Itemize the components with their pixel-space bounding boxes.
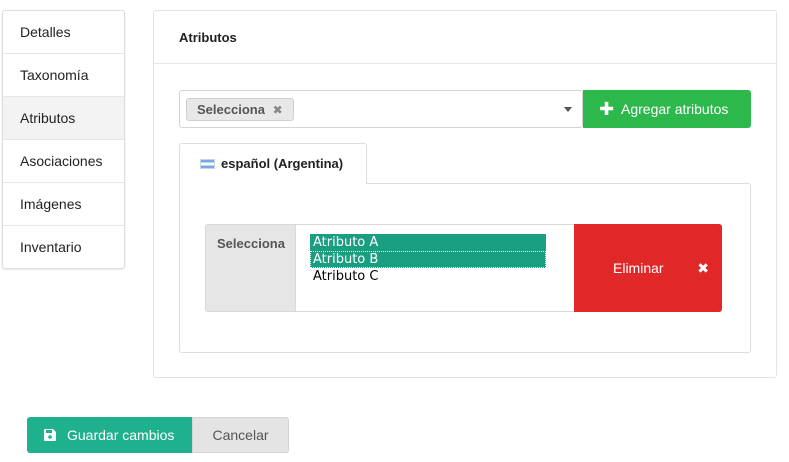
- tab-content: Selecciona Atributo A Atributo B Atribut…: [179, 183, 751, 353]
- x-icon[interactable]: ✖: [273, 103, 283, 117]
- attribute-listbox[interactable]: Atributo A Atributo B Atributo C: [295, 224, 575, 312]
- caret-down-icon[interactable]: [564, 107, 572, 112]
- listbox-option[interactable]: Atributo A: [310, 234, 546, 251]
- listbox-option[interactable]: Atributo C: [310, 268, 546, 285]
- sidebar-item-taxonomia[interactable]: Taxonomía: [3, 54, 124, 97]
- sidebar-item-inventario[interactable]: Inventario: [3, 226, 124, 269]
- panel-title: Atributos: [154, 11, 776, 64]
- attributes-panel: Atributos Selecciona ✖ ✚ Agregar atribut…: [153, 10, 777, 378]
- argentina-flag-icon: [200, 159, 215, 169]
- floppy-disk-icon: [44, 429, 56, 441]
- add-attributes-label: Agregar atributos: [621, 101, 729, 117]
- listbox-option[interactable]: Atributo B: [310, 251, 546, 268]
- delete-button[interactable]: Eliminar ✖: [574, 224, 722, 312]
- add-attributes-button[interactable]: ✚ Agregar atributos: [583, 90, 751, 128]
- selected-chip: Selecciona ✖: [186, 98, 294, 121]
- sidebar-item-asociaciones[interactable]: Asociaciones: [3, 140, 124, 183]
- x-icon: ✖: [697, 260, 709, 276]
- sidebar-item-detalles[interactable]: Detalles: [3, 11, 124, 54]
- row-label: Selecciona: [205, 224, 296, 312]
- attribute-select[interactable]: Selecciona ✖: [179, 90, 583, 128]
- delete-label: Eliminar: [613, 260, 664, 276]
- save-changes-button[interactable]: Guardar cambios: [27, 417, 192, 453]
- plus-icon: ✚: [599, 99, 615, 119]
- tab-label: español (Argentina): [221, 156, 344, 171]
- cancel-button[interactable]: Cancelar: [192, 417, 289, 453]
- sidebar-item-atributos[interactable]: Atributos: [3, 97, 124, 140]
- sidebar-item-imagenes[interactable]: Imágenes: [3, 183, 124, 226]
- tab-espanol-argentina[interactable]: español (Argentina): [179, 143, 367, 184]
- save-label: Guardar cambios: [67, 427, 175, 443]
- chip-label: Selecciona: [197, 102, 265, 117]
- sidebar-nav: Detalles Taxonomía Atributos Asociacione…: [2, 10, 125, 269]
